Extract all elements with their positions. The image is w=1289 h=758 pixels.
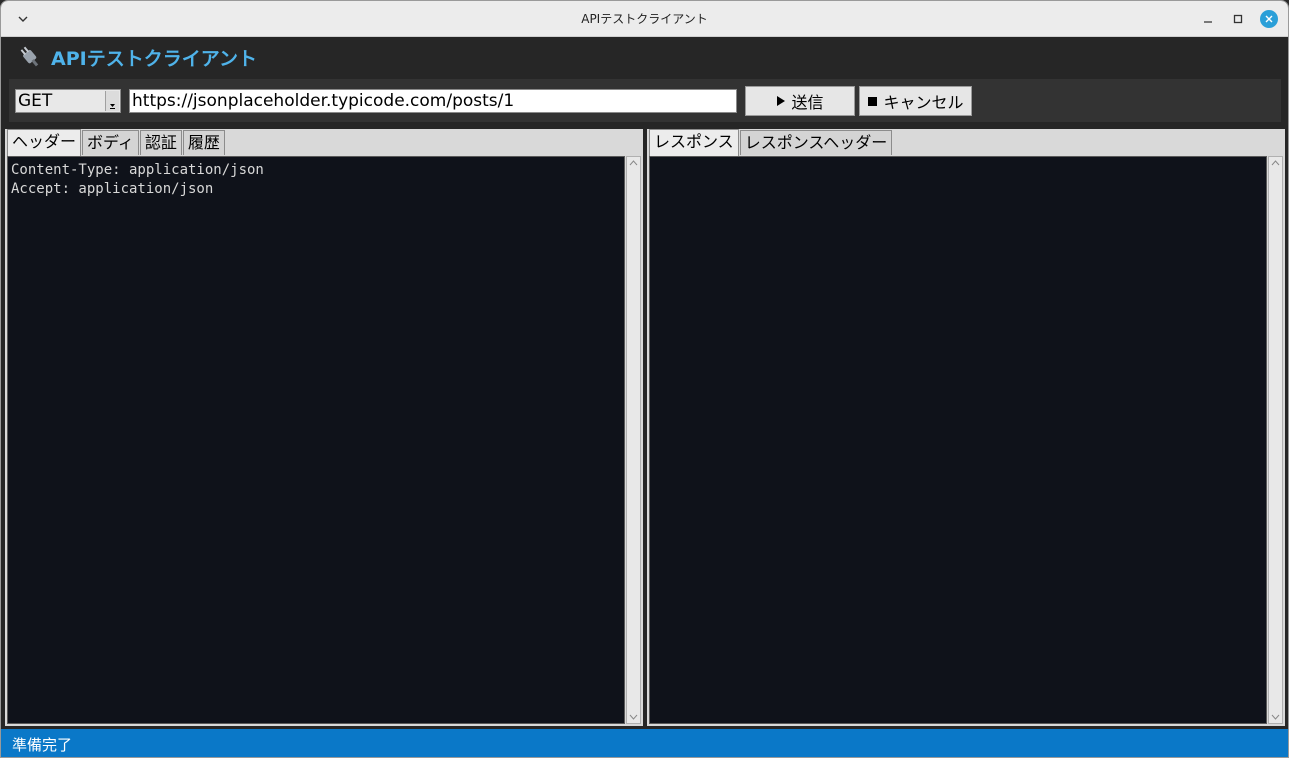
minimize-icon[interactable] — [1199, 10, 1217, 28]
status-bar: 準備完了 — [1, 729, 1288, 757]
title-bar: APIテストクライアント — [1, 1, 1288, 37]
scroll-up-icon[interactable] — [1269, 157, 1282, 169]
scroll-down-icon[interactable] — [627, 711, 640, 723]
tab-response-headers[interactable]: レスポンスヘッダー — [739, 130, 893, 155]
dropdown-arrow-icon[interactable] — [105, 91, 119, 111]
cancel-label: キャンセル — [883, 93, 964, 112]
plug-icon — [17, 45, 43, 69]
tab-history[interactable]: 履歴 — [182, 130, 225, 155]
send-label: 送信 — [791, 93, 824, 112]
tab-headers[interactable]: ヘッダー — [7, 129, 82, 156]
response-panel: レスポンス レスポンスヘッダー — [647, 129, 1285, 726]
close-icon[interactable] — [1260, 10, 1278, 28]
tab-response[interactable]: レスポンス — [649, 129, 739, 156]
response-tabs: レスポンス レスポンスヘッダー — [649, 129, 893, 156]
url-input[interactable]: https://jsonplaceholder.typicode.com/pos… — [129, 89, 737, 113]
request-panel: ヘッダー ボディ 認証 履歴 Content-Type: application… — [5, 129, 643, 726]
send-button[interactable]: 送信 — [745, 86, 855, 116]
tab-auth[interactable]: 認証 — [139, 130, 182, 155]
window-title: APIテストクライアント — [581, 12, 708, 26]
tab-body[interactable]: ボディ — [82, 130, 139, 155]
scroll-up-icon[interactable] — [627, 157, 640, 169]
response-body-viewer[interactable] — [649, 156, 1267, 724]
method-value: GET — [18, 91, 53, 111]
status-text: 準備完了 — [12, 736, 73, 754]
maximize-icon[interactable] — [1229, 10, 1247, 28]
scroll-down-icon[interactable] — [1269, 711, 1282, 723]
cancel-button[interactable]: キャンセル — [859, 86, 972, 116]
stop-icon — [868, 96, 878, 106]
play-icon — [777, 96, 786, 106]
request-tabs: ヘッダー ボディ 認証 履歴 — [7, 129, 226, 156]
request-scrollbar[interactable] — [626, 156, 641, 724]
app-window: APIテストクライアント APIテストクライアント GET https://js… — [0, 0, 1289, 758]
app-header: APIテストクライアント — [1, 37, 1288, 77]
http-method-select[interactable]: GET — [15, 89, 121, 113]
request-toolbar: GET https://jsonplaceholder.typicode.com… — [9, 79, 1281, 122]
response-scrollbar[interactable] — [1268, 156, 1283, 724]
request-headers-editor[interactable]: Content-Type: application/json Accept: a… — [7, 156, 625, 724]
app-title: APIテストクライアント — [51, 48, 257, 70]
